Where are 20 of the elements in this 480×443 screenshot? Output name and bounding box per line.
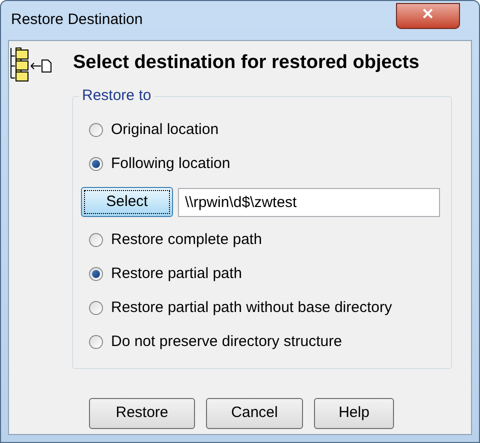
dialog-heading: Select destination for restored objects: [73, 50, 420, 75]
radio-label: Restore complete path: [111, 230, 262, 250]
radio-button[interactable]: [89, 123, 103, 137]
dialog-button[interactable]: Help: [314, 398, 394, 429]
radio-button[interactable]: [89, 301, 103, 315]
dialog-button[interactable]: Restore: [89, 398, 195, 429]
radio-label: Following location: [111, 154, 230, 174]
radio-label: Restore partial path: [111, 264, 242, 284]
dialog-button[interactable]: Cancel: [206, 398, 303, 429]
path-field[interactable]: \\rpwin\d$\zwtest: [178, 188, 440, 216]
window-title: Restore Destination: [10, 10, 143, 30]
select-button[interactable]: Select: [81, 187, 173, 217]
radio-label: Restore partial path without base directory: [111, 298, 392, 318]
radio-button[interactable]: [89, 233, 103, 247]
radio-button[interactable]: [89, 157, 103, 171]
radio-label: Original location: [111, 120, 219, 140]
radio-button[interactable]: [89, 267, 103, 281]
radio-label: Do not preserve directory structure: [111, 332, 342, 352]
radio-button[interactable]: [89, 335, 103, 349]
group-title: Restore to: [79, 88, 154, 103]
